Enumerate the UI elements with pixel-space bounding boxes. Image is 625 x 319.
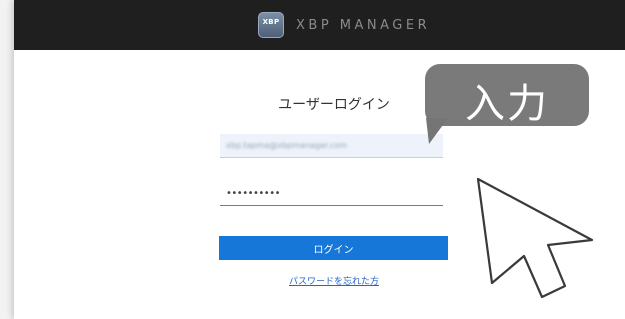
login-button[interactable]: ログイン xyxy=(219,236,448,260)
logo-label: XBP xyxy=(262,18,280,26)
brand[interactable]: XBP XBP MANAGER xyxy=(258,11,430,39)
forgot-password-link[interactable]: パスワードを忘れた方 xyxy=(220,274,448,287)
xbp-logo-icon: XBP xyxy=(258,12,284,38)
bubble-text: 入力 xyxy=(465,81,549,127)
mouse-pointer-icon xyxy=(476,177,594,299)
login-title: ユーザーログイン xyxy=(278,97,390,113)
email-field[interactable]: xbp.tapma@xbpmanager.com xyxy=(220,134,443,158)
password-field[interactable]: •••••••••• xyxy=(220,182,443,206)
password-value: •••••••••• xyxy=(226,188,280,199)
app-header: XBP XBP MANAGER xyxy=(14,0,625,50)
brand-name: XBP MANAGER xyxy=(296,17,431,33)
speech-bubble: 入力 xyxy=(425,64,589,127)
email-value: xbp.tapma@xbpmanager.com xyxy=(226,141,347,150)
